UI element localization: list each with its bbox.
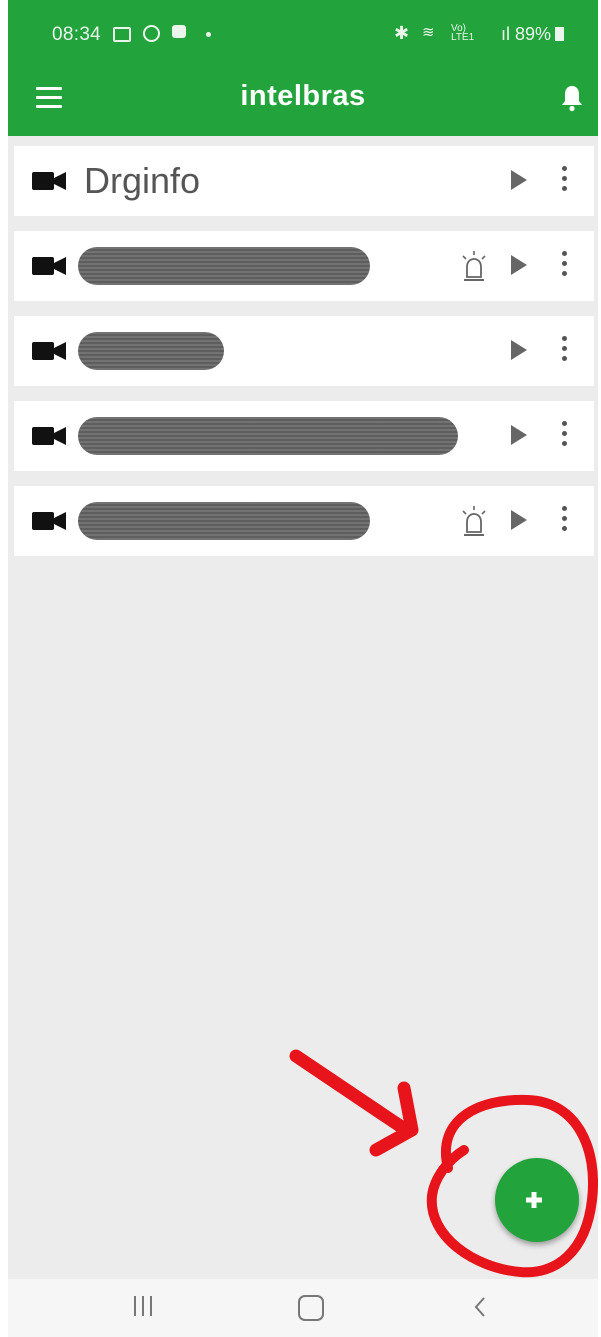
recents-icon[interactable] xyxy=(134,1296,158,1318)
red-annotation xyxy=(289,1049,598,1278)
add-device-button[interactable] xyxy=(495,1158,579,1242)
back-icon[interactable] xyxy=(470,1294,490,1320)
system-nav-bar xyxy=(8,1279,598,1337)
home-icon[interactable] xyxy=(298,1295,324,1321)
phone-screen: 08:34 ✱ ≋ Vo) LTE1 ıl 89% intelbras Drgin… xyxy=(8,0,598,1337)
plus-icon xyxy=(526,1192,542,1208)
